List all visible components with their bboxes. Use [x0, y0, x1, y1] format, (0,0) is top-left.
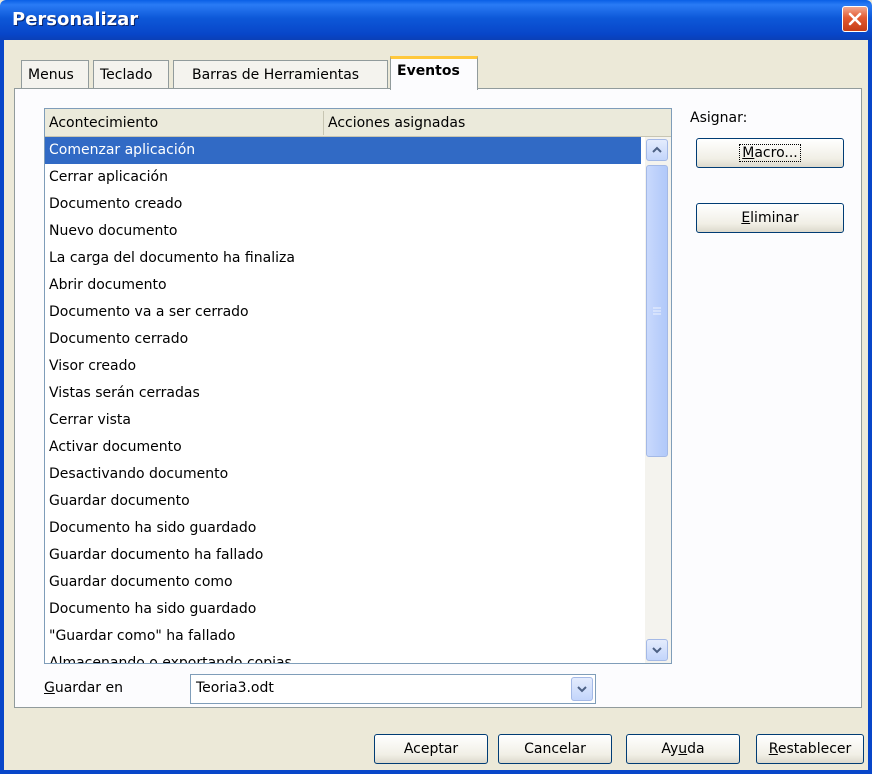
- column-header-event[interactable]: Acontecimiento: [49, 115, 158, 131]
- event-row[interactable]: Cerrar vista: [45, 407, 641, 434]
- event-row[interactable]: Documento ha sido guardado: [45, 596, 641, 623]
- tab-label: Menus: [28, 67, 74, 83]
- event-row[interactable]: Activar documento: [45, 434, 641, 461]
- event-row[interactable]: Guardar documento ha fallado: [45, 542, 641, 569]
- chevron-up-icon: [652, 146, 662, 153]
- column-header-actions[interactable]: Acciones asignadas: [328, 115, 465, 131]
- grip-icon: [653, 307, 661, 315]
- event-row[interactable]: Cerrar aplicación: [45, 164, 641, 191]
- window-title: Personalizar: [12, 9, 139, 30]
- event-row[interactable]: Abrir documento: [45, 272, 641, 299]
- save-in-value: Teoria3.odt: [196, 680, 274, 696]
- event-row[interactable]: Guardar documento: [45, 488, 641, 515]
- event-row[interactable]: Comenzar aplicación: [45, 137, 641, 164]
- event-row[interactable]: Guardar documento como: [45, 569, 641, 596]
- event-row[interactable]: La carga del documento ha finaliza: [45, 245, 641, 272]
- event-row[interactable]: Desactivando documento: [45, 461, 641, 488]
- tab-keyboard[interactable]: Teclado: [93, 60, 169, 88]
- event-row[interactable]: Documento creado: [45, 191, 641, 218]
- event-row[interactable]: Documento ha sido guardado: [45, 515, 641, 542]
- event-rows: Comenzar aplicación Cerrar aplicación Docu…: [45, 137, 641, 663]
- window-frame-bottom: [0, 770, 872, 774]
- event-row[interactable]: Nuevo documento: [45, 218, 641, 245]
- save-in-combobox[interactable]: Teoria3.odt: [190, 674, 596, 704]
- close-button[interactable]: [842, 6, 868, 32]
- event-row[interactable]: Almacenando o exportando copias: [45, 650, 641, 663]
- event-row[interactable]: Vistas serán cerradas: [45, 380, 641, 407]
- macro-button[interactable]: Macro...: [696, 138, 844, 168]
- customize-dialog: Personalizar Menus Teclado Barras de Her…: [0, 0, 872, 774]
- assign-label: Asignar:: [690, 110, 748, 126]
- scroll-up-button[interactable]: [646, 139, 668, 161]
- cancel-button[interactable]: Cancelar: [498, 734, 612, 764]
- event-row[interactable]: Documento cerrado: [45, 326, 641, 353]
- scrollbar-thumb[interactable]: [646, 165, 668, 457]
- reset-button[interactable]: Restablecer: [756, 734, 864, 764]
- tab-label: Teclado: [100, 67, 153, 83]
- event-row[interactable]: Documento va a ser cerrado: [45, 299, 641, 326]
- column-separator[interactable]: [323, 111, 324, 135]
- event-row[interactable]: "Guardar como" ha fallado: [45, 623, 641, 650]
- window-frame-right: [868, 40, 872, 774]
- event-row[interactable]: Visor creado: [45, 353, 641, 380]
- vertical-scrollbar[interactable]: [645, 137, 671, 663]
- help-button[interactable]: Ayuda: [626, 734, 740, 764]
- list-header: Acontecimiento Acciones asignadas: [45, 109, 671, 137]
- scroll-down-button[interactable]: [646, 639, 668, 661]
- tab-label: Eventos: [397, 63, 460, 79]
- title-bar[interactable]: Personalizar: [0, 0, 872, 40]
- close-icon: [848, 12, 862, 26]
- accept-button[interactable]: Aceptar: [374, 734, 488, 764]
- chevron-down-icon: [652, 647, 662, 654]
- tab-events[interactable]: Eventos: [390, 56, 478, 90]
- tab-toolbars[interactable]: Barras de Herramientas: [173, 60, 388, 88]
- macro-button-label: Macro...: [739, 144, 801, 162]
- tab-menus[interactable]: Menus: [21, 60, 89, 88]
- events-list[interactable]: Acontecimiento Acciones asignadas Comenz…: [44, 108, 672, 664]
- chevron-down-icon: [577, 686, 587, 693]
- delete-button[interactable]: Eliminar: [696, 203, 844, 233]
- tab-label: Barras de Herramientas: [192, 67, 360, 83]
- window-frame-left: [0, 40, 4, 774]
- save-in-label: Guardar en: [44, 680, 123, 696]
- save-in-dropdown-button[interactable]: [571, 677, 593, 701]
